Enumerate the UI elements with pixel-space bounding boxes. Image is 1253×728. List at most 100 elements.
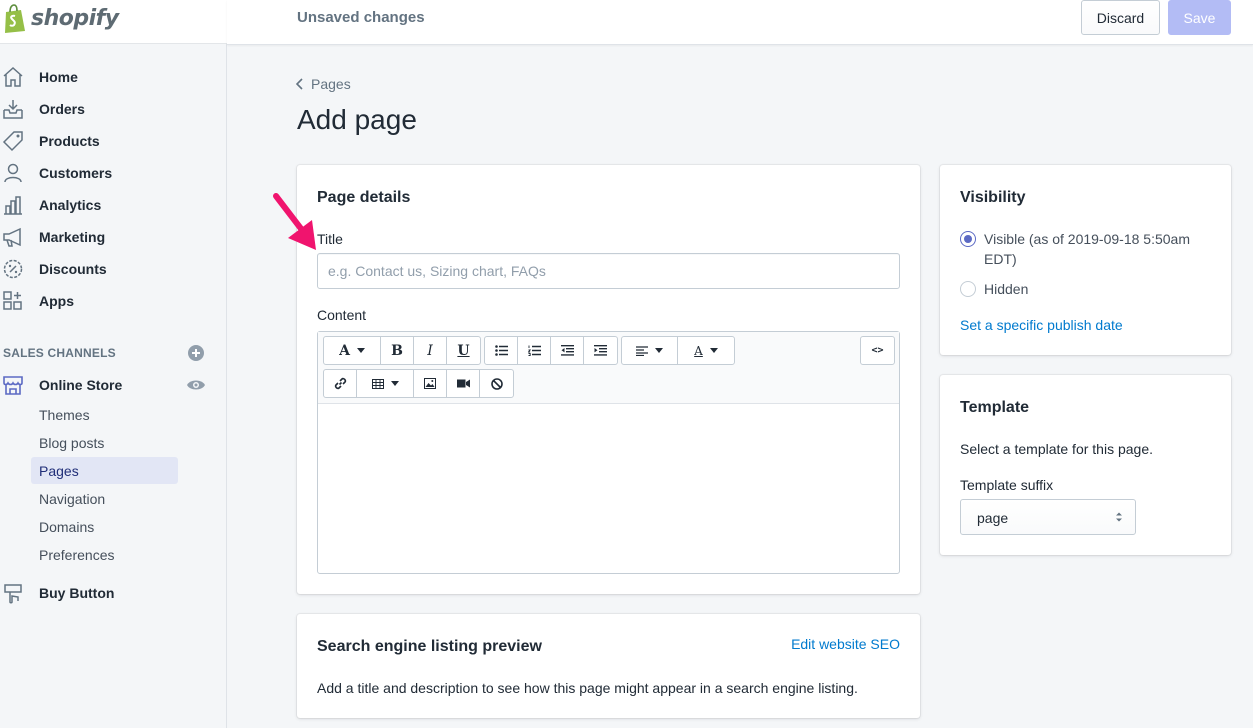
clear-formatting-button[interactable] — [480, 370, 513, 397]
breadcrumb[interactable]: Pages — [296, 76, 351, 92]
bullet-list-button[interactable] — [485, 337, 518, 364]
show-html-button[interactable]: <> — [861, 337, 894, 364]
outdent-button[interactable] — [551, 337, 584, 364]
template-suffix-select[interactable]: page — [960, 499, 1136, 535]
font-a-icon: A — [339, 342, 350, 359]
sub-item-domains[interactable]: Domains — [31, 513, 178, 540]
eye-icon[interactable] — [186, 377, 206, 393]
sub-item-label: Navigation — [39, 491, 106, 507]
set-publish-date-link[interactable]: Set a specific publish date — [960, 317, 1123, 333]
indent-button[interactable] — [584, 337, 617, 364]
image-icon — [424, 378, 436, 389]
visible-label-line1: Visible (as of 2019-09-18 5:50am — [984, 231, 1190, 247]
seo-preview-card: Search engine listing preview Edit websi… — [297, 614, 920, 718]
person-icon — [4, 163, 22, 183]
nav-label: Buy Button — [39, 585, 115, 601]
nav-item-products[interactable]: Products — [0, 127, 227, 155]
numbered-list-button[interactable] — [518, 337, 551, 364]
nav-item-buy-button[interactable]: Buy Button — [0, 579, 227, 607]
text-color-dropdown[interactable]: A — [678, 337, 734, 364]
apps-icon — [3, 291, 22, 310]
insert-table-dropdown[interactable] — [357, 370, 414, 397]
chevron-down-icon — [390, 381, 399, 386]
logo[interactable]: shopify — [0, 0, 227, 44]
format-group: A B I U — [323, 336, 481, 365]
sub-item-pages[interactable]: Pages — [31, 457, 178, 484]
sub-item-preferences[interactable]: Preferences — [31, 541, 178, 568]
edit-seo-link[interactable]: Edit website SEO — [791, 636, 900, 652]
nav-item-analytics[interactable]: Analytics — [0, 191, 227, 219]
italic-icon: I — [427, 342, 433, 359]
insert-video-button[interactable] — [447, 370, 480, 397]
title-input[interactable] — [317, 253, 900, 289]
chevron-down-icon — [655, 348, 663, 353]
nav-label: Orders — [39, 101, 85, 117]
nav-label: Discounts — [39, 261, 107, 277]
rich-text-editor: A B I U A <> — [317, 331, 900, 574]
page-details-heading: Page details — [317, 189, 411, 206]
italic-button[interactable]: I — [414, 337, 447, 364]
sub-item-navigation[interactable]: Navigation — [31, 485, 178, 512]
list-group — [484, 336, 618, 365]
seo-description: Add a title and description to see how t… — [317, 680, 858, 696]
nav-item-customers[interactable]: Customers — [0, 159, 227, 187]
align-dropdown[interactable] — [622, 337, 678, 364]
code-icon: <> — [871, 345, 884, 356]
table-icon — [371, 378, 384, 389]
annotation-arrow-icon — [273, 193, 316, 250]
megaphone-icon — [3, 227, 21, 247]
store-icon — [3, 376, 23, 395]
visible-radio[interactable] — [960, 231, 976, 247]
buy-button-icon — [4, 584, 22, 604]
template-card: Template Select a template for this page… — [940, 375, 1231, 555]
nav-item-apps[interactable]: Apps — [0, 287, 227, 315]
sub-item-themes[interactable]: Themes — [31, 401, 178, 428]
save-button[interactable]: Save — [1168, 0, 1231, 35]
nav-label: Marketing — [39, 229, 106, 245]
content-label: Content — [317, 307, 367, 323]
font-format-dropdown[interactable]: A — [324, 337, 381, 364]
nav-label: Home — [39, 69, 78, 85]
clear-formatting-icon — [490, 377, 503, 390]
sub-item-label: Blog posts — [39, 435, 105, 451]
chevron-down-icon — [709, 348, 718, 353]
editor-toolbar: A B I U A <> — [318, 332, 899, 404]
template-heading: Template — [960, 399, 1030, 416]
template-suffix-value: page — [977, 510, 1009, 526]
hidden-label: Hidden — [984, 281, 1029, 297]
link-icon — [334, 377, 346, 390]
discard-button[interactable]: Discard — [1081, 0, 1160, 35]
visibility-card: Visibility Visible (as of 2019-09-18 5:5… — [940, 165, 1231, 355]
home-icon — [3, 66, 23, 87]
editor-content-area[interactable] — [318, 404, 899, 573]
underline-icon: U — [457, 342, 470, 359]
nav-item-discounts[interactable]: Discounts — [0, 255, 227, 283]
sub-item-label: Pages — [39, 463, 79, 479]
title-label: Title — [317, 231, 343, 247]
nav-label: Customers — [39, 165, 113, 181]
sub-item-label: Preferences — [39, 547, 115, 563]
add-circle-icon[interactable] — [187, 344, 205, 362]
nav-item-marketing[interactable]: Marketing — [0, 223, 227, 251]
nav-item-home[interactable]: Home — [0, 63, 227, 91]
visibility-heading: Visibility — [960, 189, 1026, 206]
html-group: <> — [860, 336, 895, 365]
select-arrows-icon — [1116, 512, 1122, 522]
bold-button[interactable]: B — [381, 337, 414, 364]
sales-channels-heading: SALES CHANNELS — [3, 346, 116, 360]
nav-label: Products — [39, 133, 100, 149]
sub-item-blog-posts[interactable]: Blog posts — [31, 429, 178, 456]
sub-item-label: Themes — [39, 407, 90, 423]
nav-item-orders[interactable]: Orders — [0, 95, 227, 123]
breadcrumb-label: Pages — [311, 76, 351, 92]
seo-heading: Search engine listing preview — [317, 638, 542, 655]
hidden-radio[interactable] — [960, 281, 976, 297]
template-description: Select a template for this page. — [960, 441, 1153, 457]
visible-label-line2: EDT) — [984, 251, 1017, 267]
insert-link-button[interactable] — [324, 370, 357, 397]
sub-item-label: Domains — [39, 519, 95, 535]
numbered-list-icon — [527, 345, 541, 356]
underline-button[interactable]: U — [447, 337, 480, 364]
bullet-list-icon — [494, 345, 508, 356]
insert-image-button[interactable] — [414, 370, 447, 397]
